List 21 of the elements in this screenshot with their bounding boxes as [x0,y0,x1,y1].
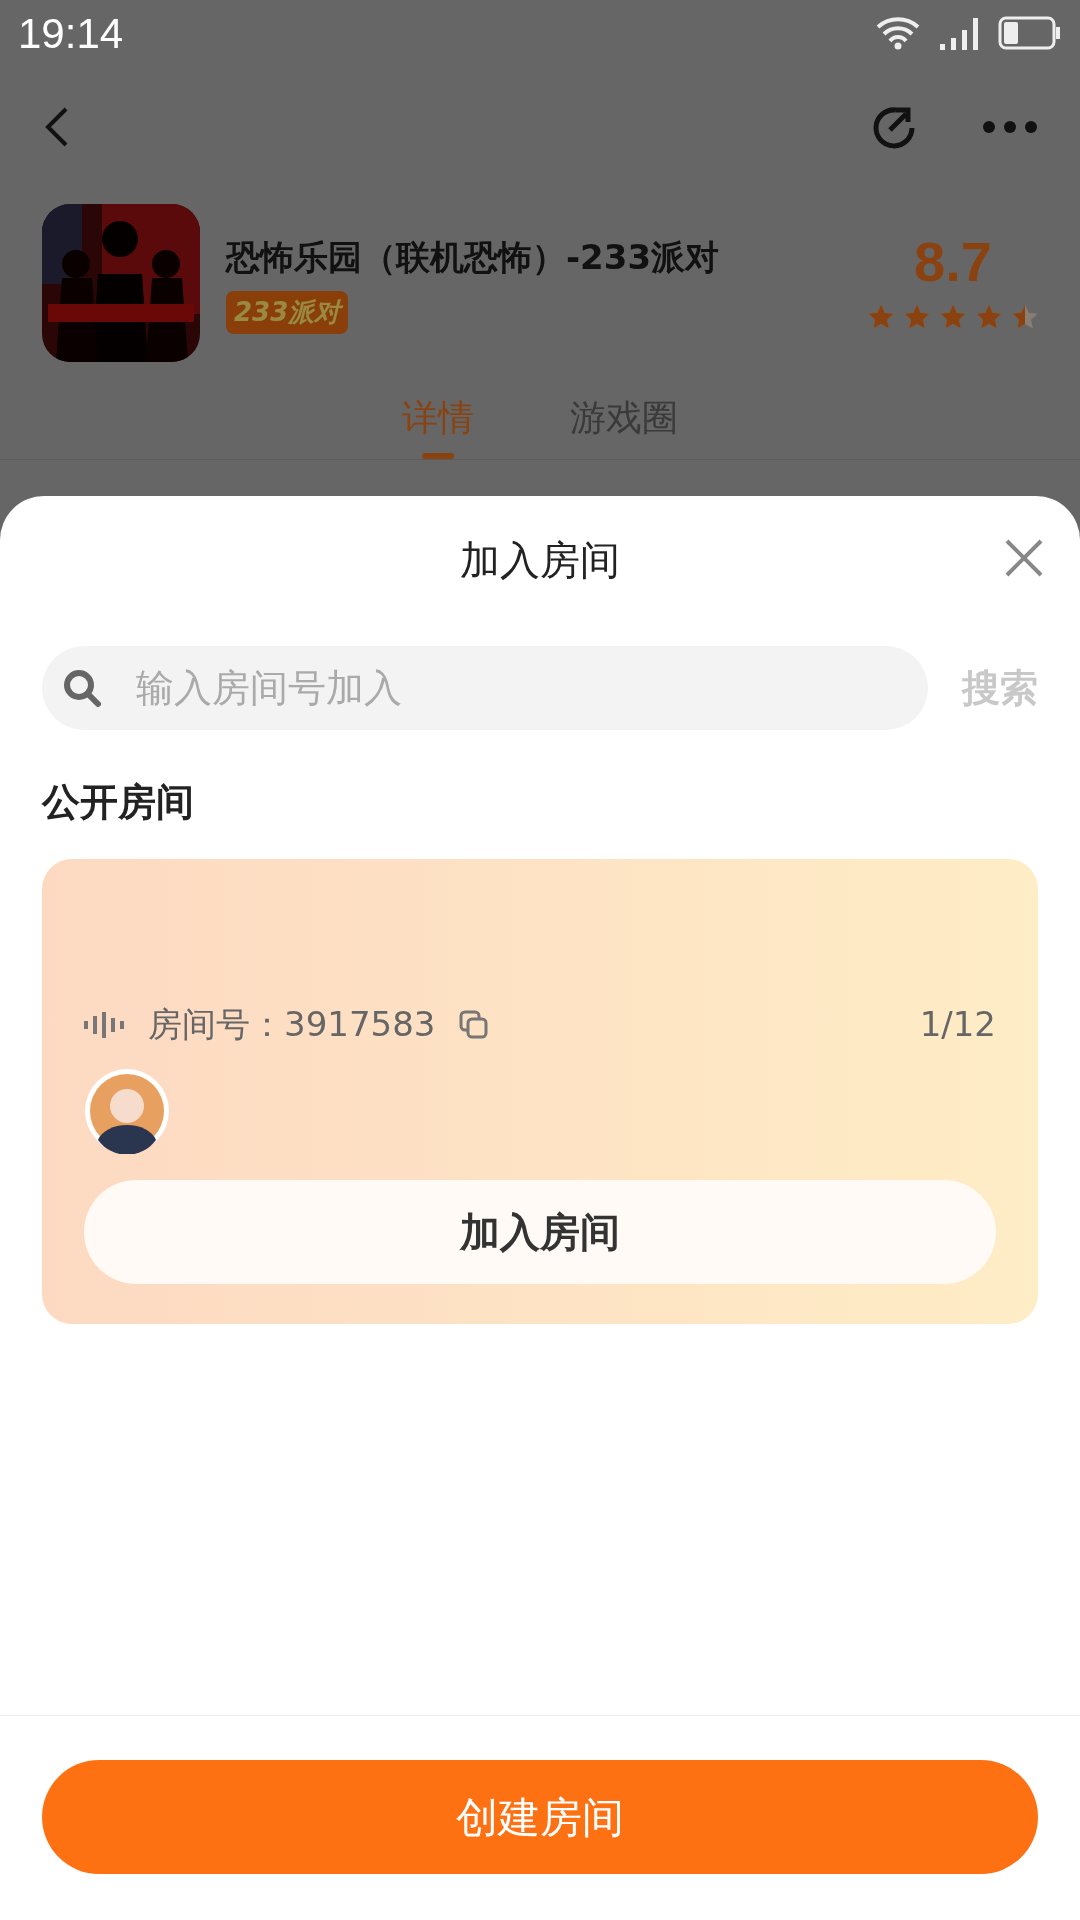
game-title: 恐怖乐园（联机恐怖）-233派对 [226,236,721,279]
party-badge: 233派对 [226,291,349,334]
voice-icon [84,1011,126,1038]
room-number: 房间号：3917583 [148,1003,436,1046]
join-room-button[interactable]: 加入房间 [84,1180,996,1284]
sheet-title: 加入房间 [460,536,620,585]
copy-button[interactable] [459,1009,490,1040]
member-count: 1/12 [919,1003,996,1046]
more-button[interactable] [982,120,1038,134]
battery-icon [998,16,1062,50]
rating-score: 8.7 [914,234,992,290]
copy-icon [459,1009,490,1040]
more-icon [982,120,1038,134]
close-button[interactable] [1004,538,1044,578]
close-icon [1004,538,1044,578]
status-time: 19:14 [18,8,124,59]
search-icon [62,668,102,708]
search-field[interactable]: 输入房间号加入 [42,646,928,730]
section-title: 公开房间 [42,779,195,826]
create-room-button[interactable]: 创建房间 [42,1760,1038,1874]
tab[interactable]: 详情 [402,391,474,459]
